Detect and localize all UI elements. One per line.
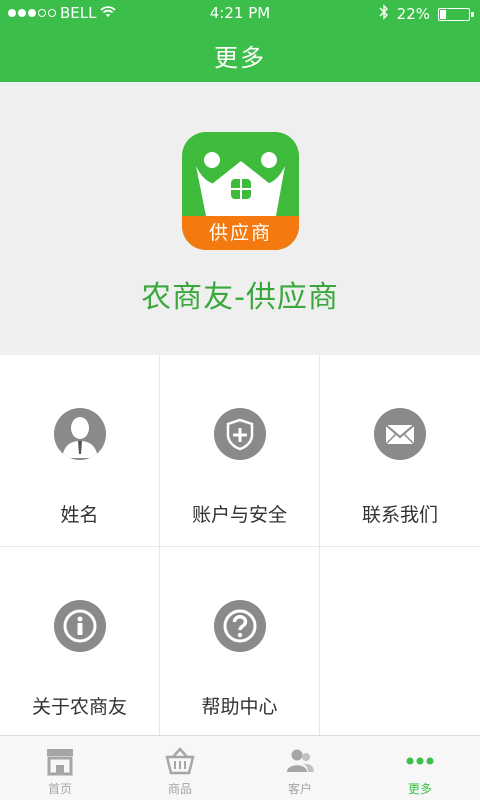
more-icon (404, 745, 436, 777)
status-bar: BELL 4:21 PM 22% (0, 0, 480, 28)
shield-icon (214, 408, 266, 460)
tab-home[interactable]: 首页 (0, 736, 120, 800)
menu-grid: 姓名 账户与安全 联系我们 关于农商友 帮助中心 (0, 355, 480, 739)
customers-icon (284, 745, 316, 777)
menu-item-name[interactable]: 姓名 (0, 355, 160, 547)
tab-label: 首页 (47, 782, 72, 796)
tab-label: 更多 (407, 782, 432, 796)
menu-item-label: 关于农商友 (31, 696, 127, 718)
menu-item-label: 账户与安全 (191, 504, 287, 526)
tab-label: 商品 (167, 782, 192, 796)
menu-item-account-security[interactable]: 账户与安全 (160, 355, 320, 547)
info-icon (54, 600, 106, 652)
menu-item-help[interactable]: 帮助中心 (160, 547, 320, 739)
help-icon (214, 600, 266, 652)
app-logo: 供应商 (182, 132, 299, 250)
top-bar: BELL 4:21 PM 22% 更多 (0, 0, 480, 82)
tab-bar: 首页 商品 客户 更多 (0, 735, 480, 800)
tab-products[interactable]: 商品 (120, 736, 240, 800)
app-name: 农商友-供应商 (141, 280, 339, 315)
page-title: 更多 (214, 44, 266, 72)
tab-label: 客户 (287, 782, 312, 796)
battery-percent: 22% (396, 5, 430, 23)
menu-item-contact[interactable]: 联系我们 (320, 355, 480, 547)
tab-customers[interactable]: 客户 (240, 736, 360, 800)
menu-item-label: 姓名 (60, 504, 99, 526)
menu-empty-cell (320, 547, 480, 739)
basket-icon (164, 745, 196, 777)
logo-text: 供应商 (208, 222, 272, 244)
menu-item-label: 帮助中心 (201, 696, 278, 718)
battery-icon (438, 7, 474, 21)
user-icon (54, 408, 106, 460)
bluetooth-icon (379, 4, 389, 24)
store-icon (44, 745, 76, 777)
tab-more[interactable]: 更多 (360, 736, 480, 800)
menu-item-label: 联系我们 (361, 504, 438, 526)
mail-icon (374, 408, 426, 460)
menu-item-about[interactable]: 关于农商友 (0, 547, 160, 739)
